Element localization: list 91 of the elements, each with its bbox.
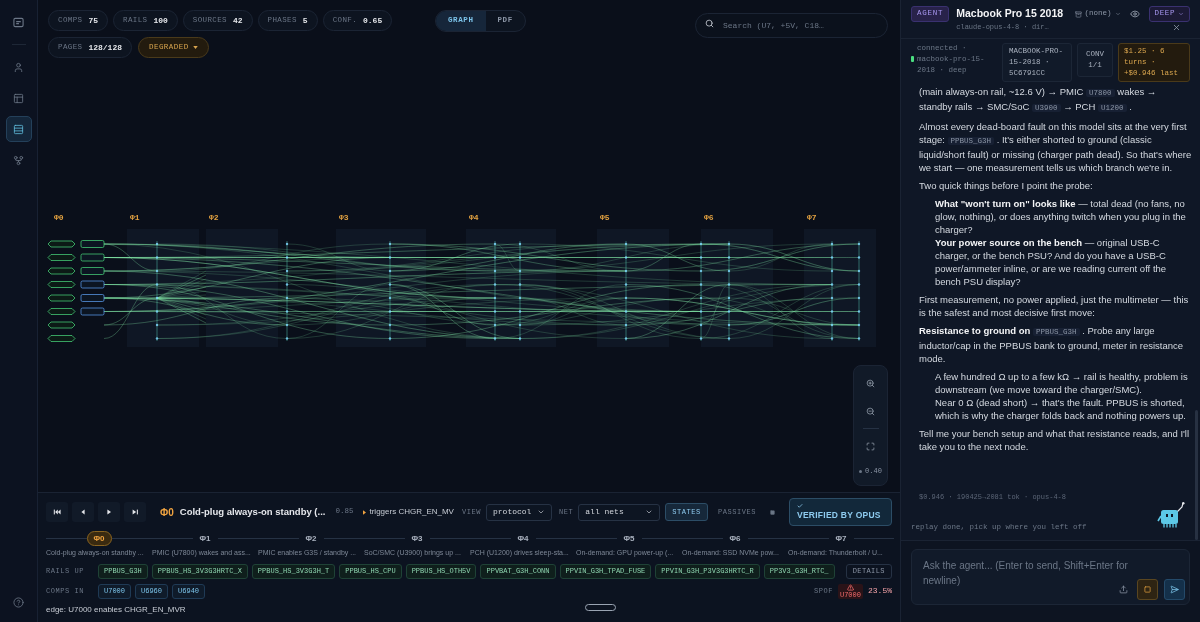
message-list-item: Your power source on the bench — original USB-C charger, or the bench PSU? And do you have a USB-C power/ammeter inline, or are we reading current off the bench PSU display? <box>935 236 1168 288</box>
phase-column-label: Φ5 <box>600 213 610 223</box>
phase-column-label: Φ0 <box>54 213 64 223</box>
phase-step[interactable]: Φ1 <box>192 531 218 546</box>
search-field[interactable]: Search (U7, +5V, C18… <box>695 13 888 38</box>
verified-label: VERIFIED BY OPUS <box>797 508 882 522</box>
robot-mascot-icon <box>1156 502 1186 528</box>
phase-step[interactable]: Φ5 <box>616 531 642 546</box>
component-node <box>80 253 105 262</box>
search-icon <box>705 19 714 28</box>
playback-button[interactable] <box>72 502 94 522</box>
play-icon <box>105 508 113 516</box>
panel-icon <box>13 16 24 28</box>
fit-view-icon <box>866 441 875 451</box>
box-icon <box>1074 10 1082 18</box>
chevron-down-icon <box>1178 11 1184 17</box>
spof-share: 23.5% <box>868 585 892 597</box>
trigger-text: triggers CHGR_EN_MV <box>369 506 454 518</box>
phase-step[interactable]: Φ0 <box>86 531 112 546</box>
phase-step[interactable]: Φ3 <box>404 531 430 546</box>
warning-icon <box>846 583 854 591</box>
playback-button[interactable] <box>124 502 146 522</box>
view-select[interactable]: protocol <box>486 503 552 521</box>
help-icon <box>13 596 24 608</box>
net-select[interactable]: all nets <box>578 503 661 521</box>
playback-button[interactable] <box>46 502 68 522</box>
stat-value: 0.65 <box>363 14 383 27</box>
phase-column-label: Φ6 <box>704 213 714 223</box>
stat-value: 75 <box>88 14 98 27</box>
message-paragraph: Two quick things before I point the probe: <box>919 179 1094 192</box>
stat-value: 5 <box>302 14 308 27</box>
rail-node <box>47 335 76 342</box>
phase-column-label: Φ7 <box>807 213 817 223</box>
rail-node <box>47 321 76 329</box>
check-icon <box>797 502 803 509</box>
phase-column-label: Φ4 <box>469 213 479 223</box>
phase-step[interactable]: Φ4 <box>510 531 536 546</box>
message-list-item: A few hundred Ω up to a few kΩ → rail is healthy, problem is downstream (we move toward the charger/SMC). <box>935 370 1189 396</box>
phase-column-label: Φ3 <box>339 213 349 223</box>
rail-node <box>47 254 76 261</box>
close-icon <box>1172 23 1181 32</box>
component-node <box>80 280 105 289</box>
phase-step[interactable]: Φ2 <box>298 531 324 546</box>
rail-node <box>47 308 76 315</box>
send-icon <box>1170 585 1179 594</box>
phase-title: Cold-plug always-on standby (... <box>179 504 326 519</box>
message-paragraph: Tell me your bench setup and what that resistance reads, and I'll take you to the next node. <box>919 427 1191 453</box>
zoom-in-icon <box>866 378 875 388</box>
chevron-down-icon <box>537 508 545 516</box>
component-node <box>80 294 105 302</box>
triangle-icon <box>363 509 367 515</box>
rail-node <box>47 281 76 288</box>
stat-value: 100 <box>153 14 168 27</box>
component-node <box>80 307 105 316</box>
phase-step[interactable]: Φ6 <box>722 531 748 546</box>
rail-node <box>47 294 76 302</box>
phase-step[interactable]: Φ7 <box>828 531 854 546</box>
playback-button[interactable] <box>98 502 120 522</box>
rail-node <box>47 240 76 248</box>
edge-note: edge: U7000 enables CHGR_EN_MVR <box>46 603 186 616</box>
skip-end-icon <box>131 508 139 516</box>
message-paragraph: First measurement, no power applied, just the multimeter — this is the safest and most decisive first move: <box>919 293 1190 319</box>
caret-icon <box>192 46 198 49</box>
close-button[interactable] <box>1172 23 1181 32</box>
message-list-item: Near 0 Ω (dead short) → that's the fault. PPBUS is shorted, which is why the charger folds back and nothing powers up. <box>935 396 1187 422</box>
list-icon <box>13 123 24 135</box>
eye-icon <box>1129 9 1140 19</box>
stop-button[interactable] <box>1137 579 1158 600</box>
component-node <box>80 240 105 248</box>
message-input[interactable]: Ask the agent... (Enter to send, Shift+Enter for newline) <box>911 549 1190 605</box>
device-title: Macbook Pro 15 2018 <box>956 6 1064 20</box>
stat-value: 42 <box>232 14 243 27</box>
upload-icon <box>1118 585 1128 594</box>
send-button[interactable] <box>1164 579 1185 600</box>
step-back-icon <box>79 508 87 516</box>
stop-icon <box>1144 586 1151 593</box>
zoom-out-icon <box>866 406 875 416</box>
chevron-down-icon <box>645 508 654 516</box>
phase-id: Φ0 <box>160 505 174 520</box>
message-list-item: What "won't turn on" looks like — total dead (no fans, no glow, nothing), or does anything twitch when you plug in the charger? <box>935 197 1187 236</box>
chevron-down-icon <box>1114 11 1121 17</box>
layout-icon <box>13 92 24 104</box>
skip-start-icon <box>53 508 61 516</box>
rail-node <box>47 267 76 275</box>
stat-value: 128/128 <box>88 41 122 54</box>
person-icon <box>13 61 24 73</box>
fork-icon <box>13 154 24 166</box>
component-node <box>80 267 105 275</box>
nav-button[interactable] <box>5 116 32 142</box>
phase-column-label: Φ2 <box>209 213 219 223</box>
phase-column-label: Φ1 <box>130 213 140 223</box>
